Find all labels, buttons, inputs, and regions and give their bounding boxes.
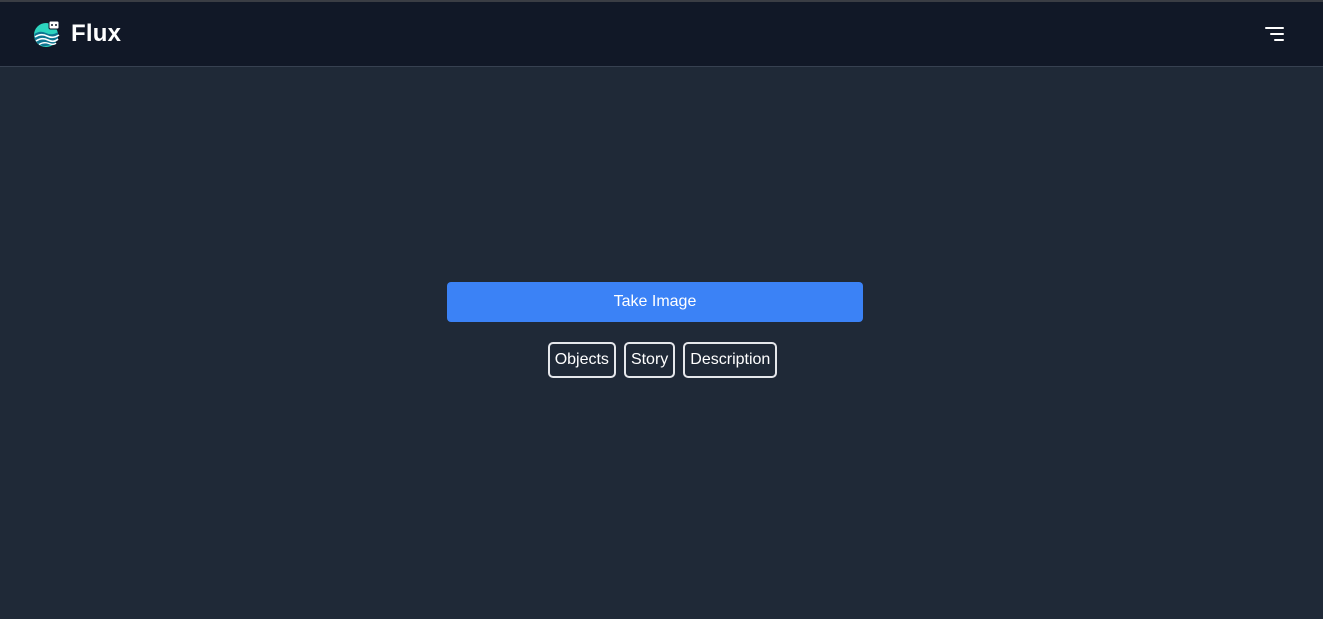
hamburger-menu-icon: [1265, 27, 1284, 41]
brand-link[interactable]: Flux: [33, 20, 121, 48]
mode-button-story[interactable]: Story: [623, 342, 676, 378]
navbar: Flux: [0, 2, 1323, 67]
flux-wave-logo-icon: [34, 20, 60, 47]
mode-selector: Objects Story Description: [0, 342, 1323, 378]
menu-button[interactable]: [1264, 23, 1286, 45]
app-name: Flux: [71, 20, 122, 47]
take-image-button[interactable]: Take Image: [447, 282, 863, 322]
mode-button-description[interactable]: Description: [683, 342, 778, 378]
mode-button-objects[interactable]: Objects: [547, 342, 616, 378]
main-content: Take Image Objects Story Description: [0, 67, 1323, 619]
